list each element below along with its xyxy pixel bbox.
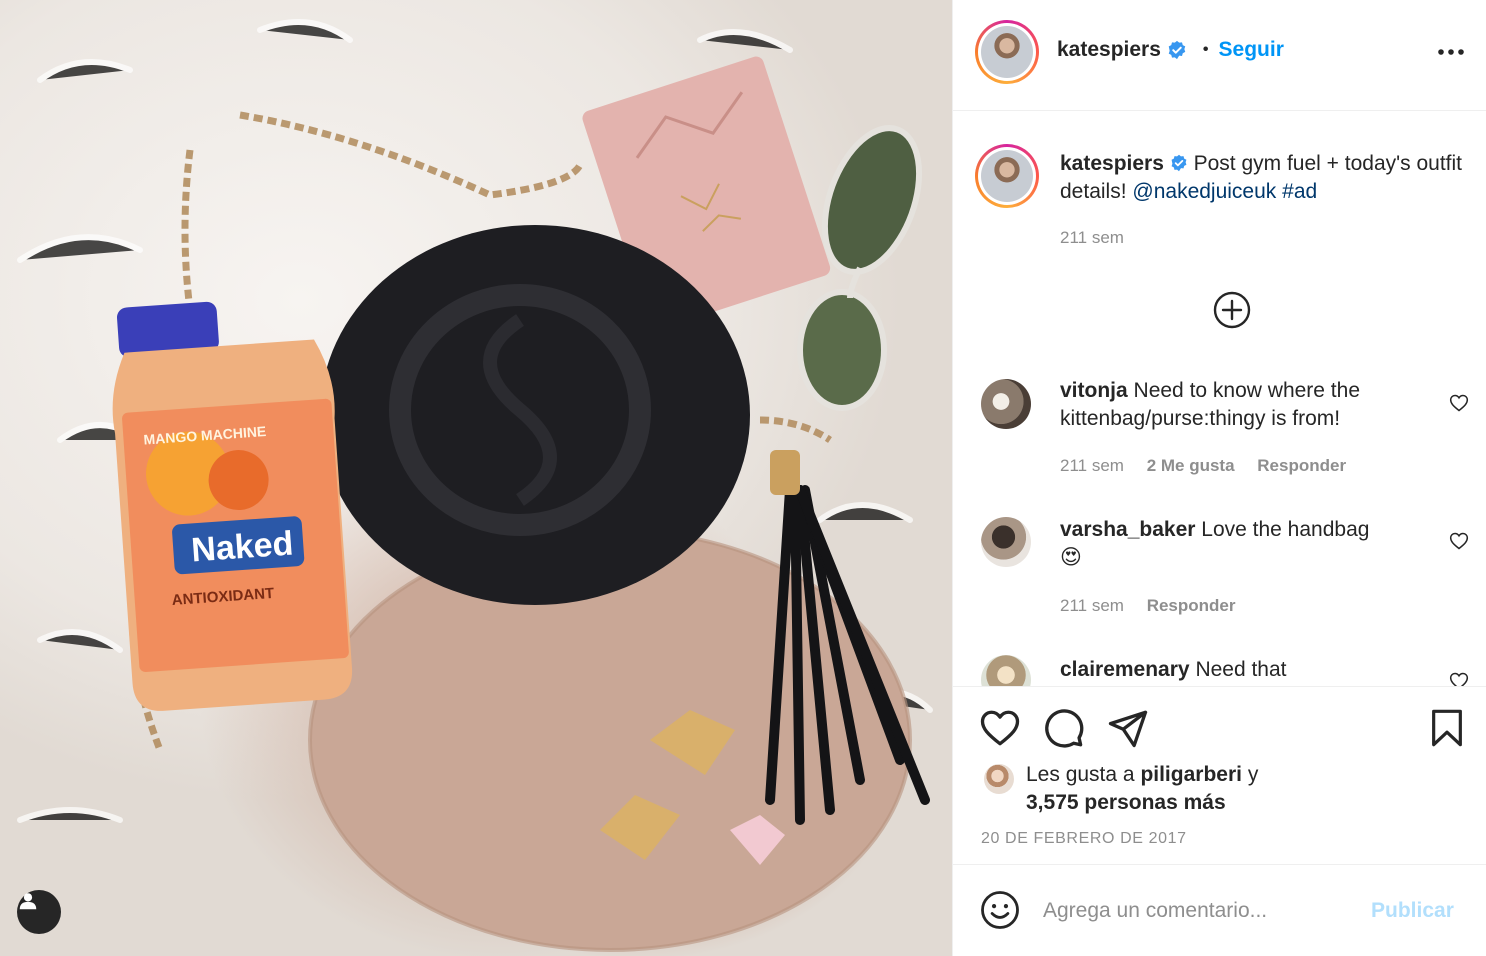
caption-avatar[interactable] <box>975 144 1039 208</box>
comment-username[interactable]: varsha_baker <box>1060 518 1195 541</box>
heart-outline-icon <box>1449 532 1469 550</box>
author-avatar[interactable] <box>975 20 1039 84</box>
caption-username[interactable]: katespiers <box>1060 152 1164 175</box>
comment-bubble-icon <box>1045 709 1084 748</box>
plus-circle-icon <box>1213 291 1251 329</box>
comment-text: Need that <box>1195 658 1287 681</box>
heart-icon <box>980 710 1020 746</box>
follow-button[interactable]: Seguir <box>1219 38 1284 62</box>
post-photo-illustration: Naked MANGO MACHINE ANTIOXIDANT <box>17 19 933 952</box>
caption-mention-link[interactable]: @nakedjuiceuk <box>1132 180 1276 203</box>
post-side-panel: katespiers • Seguir katespiers Post gym … <box>952 0 1486 956</box>
likes-prefix: Les gusta a <box>1026 763 1135 786</box>
likes-count[interactable]: 3,575 personas más <box>1026 791 1226 814</box>
post-header: katespiers • Seguir <box>953 0 1486 111</box>
comment-reply-button[interactable]: Responder <box>1257 456 1346 475</box>
comment-item: vitonja Need to know where the kittenbag… <box>1060 377 1440 433</box>
bookmark-icon <box>1432 709 1462 747</box>
comment-meta: 211 sem 2 Me gusta Responder <box>1060 456 1364 476</box>
bottle-brand-text: Naked <box>190 524 294 569</box>
comment-item: varsha_baker Love the handbag 😍 <box>1060 516 1440 572</box>
smiley-icon <box>981 891 1019 929</box>
publish-button[interactable]: Publicar <box>1371 899 1454 923</box>
comment-time[interactable]: 211 sem <box>1060 596 1124 615</box>
heart-outline-icon <box>1449 394 1469 412</box>
more-options-button[interactable] <box>1437 38 1465 66</box>
comments-list[interactable]: katespiers Post gym fuel + today's outfi… <box>953 111 1486 686</box>
person-icon <box>19 893 37 910</box>
verified-badge-icon <box>1171 154 1187 172</box>
verified-badge-icon <box>1168 40 1186 60</box>
more-options-icon <box>1438 49 1464 55</box>
comment-likes-count[interactable]: 2 Me gusta <box>1147 456 1235 475</box>
comment-input[interactable] <box>1043 893 1353 929</box>
comment-button[interactable] <box>1043 707 1085 754</box>
post-actions: Les gusta a piligarberi y 3,575 personas… <box>953 686 1486 864</box>
share-button[interactable] <box>1107 707 1149 754</box>
comment-avatar[interactable] <box>981 379 1031 429</box>
comment-emoji: 😍 <box>1060 546 1082 569</box>
post-photo[interactable]: Naked MANGO MACHINE ANTIOXIDANT <box>0 0 952 956</box>
like-button[interactable] <box>979 707 1021 754</box>
load-more-comments-button[interactable] <box>1212 290 1252 335</box>
comment-avatar[interactable] <box>981 655 1031 686</box>
comment-time[interactable]: 211 sem <box>1060 456 1124 475</box>
header-separator: • <box>1202 41 1209 58</box>
comment-item: clairemenary Need that <box>1060 656 1440 684</box>
caption-meta: 211 sem <box>1060 228 1142 248</box>
comment-avatar[interactable] <box>981 517 1031 567</box>
comment-reply-button[interactable]: Responder <box>1147 596 1236 615</box>
author-username[interactable]: katespiers <box>1057 38 1161 62</box>
like-comment-button[interactable] <box>1449 531 1469 556</box>
emoji-button[interactable] <box>979 889 1021 936</box>
likes-connector: y <box>1247 763 1259 786</box>
liker-avatar[interactable] <box>984 764 1014 794</box>
like-comment-button[interactable] <box>1449 671 1469 686</box>
heart-outline-icon <box>1449 672 1469 686</box>
caption-avatar-image <box>981 150 1033 202</box>
paper-plane-icon <box>1108 710 1148 748</box>
caption-time[interactable]: 211 sem <box>1060 228 1124 247</box>
post-caption: katespiers Post gym fuel + today's outfi… <box>1060 150 1470 206</box>
save-button[interactable] <box>1427 707 1467 754</box>
comment-username[interactable]: vitonja <box>1060 379 1128 402</box>
comment-username[interactable]: clairemenary <box>1060 658 1190 681</box>
add-comment-bar: Publicar <box>953 864 1486 956</box>
comment-text: Love the handbag <box>1201 518 1370 541</box>
like-comment-button[interactable] <box>1449 393 1469 418</box>
comment-meta: 211 sem Responder <box>1060 596 1253 616</box>
tagged-people-button[interactable] <box>17 890 61 934</box>
caption-hashtag-link[interactable]: #ad <box>1282 180 1317 203</box>
author-avatar-image <box>981 26 1033 78</box>
liker-username[interactable]: piligarberi <box>1140 763 1242 786</box>
likes-text: Les gusta a piligarberi y 3,575 personas… <box>1026 761 1258 817</box>
post-date[interactable]: 20 DE FEBRERO DE 2017 <box>981 830 1187 848</box>
